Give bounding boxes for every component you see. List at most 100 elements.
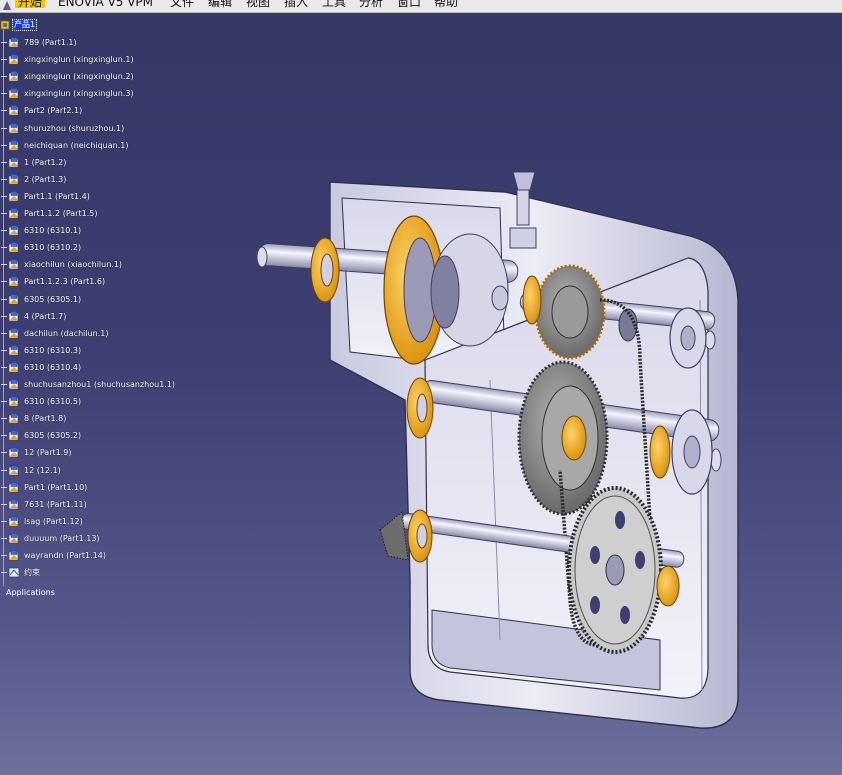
- tree-connector: [1, 144, 7, 146]
- menu-bar: 开始 ENOVIA V5 VPM 文件 编辑 视图 插入 工具 分析 窗口 帮助: [0, 0, 842, 13]
- tree-connector: [1, 572, 7, 573]
- tree-item-label: wayrandn (Part1.14): [24, 551, 106, 560]
- bearing-6310-4[interactable]: [649, 425, 671, 479]
- bearing-6310-5[interactable]: [656, 565, 680, 607]
- tree-connector: [1, 213, 7, 214]
- large-gear-dachilun[interactable]: [517, 360, 609, 516]
- tree-item-label: Part1 (Part1.10): [24, 482, 88, 492]
- tree-connector: [1, 230, 7, 232]
- part-icon: [8, 362, 19, 373]
- tree-connector: [1, 418, 7, 420]
- part-icon: [8, 413, 19, 424]
- tree-item-label: 8 (Part1.8): [24, 414, 67, 424]
- tree-connector: [1, 161, 7, 163]
- part-icon: [8, 379, 19, 390]
- tree-connector: [1, 76, 7, 78]
- menu-edit[interactable]: 编辑: [208, 0, 232, 8]
- pinion-xiaochilun[interactable]: [534, 264, 606, 360]
- tree-root-label[interactable]: 产品1: [12, 19, 38, 31]
- tree-connector: [1, 178, 7, 180]
- tree-item-label: neichiquan (neichiquan.1): [24, 140, 129, 150]
- tree-item-label: 6305 (6305.2): [24, 431, 82, 441]
- tree-item-label: 1 (Part1.2): [24, 157, 67, 167]
- end-cap-right-upper[interactable]: [669, 307, 707, 369]
- part-icon: [8, 516, 19, 527]
- tree-item-label: shuruzhou (shuruzhou.1): [24, 123, 125, 133]
- menu-view[interactable]: 视图: [246, 0, 270, 8]
- tree-item-label: 6310 (6310.2): [24, 243, 82, 253]
- tree-connector: [1, 486, 7, 488]
- menu-start[interactable]: 开始: [15, 0, 46, 8]
- menu-insert[interactable]: 插入: [284, 0, 308, 8]
- bearing-6310-1[interactable]: [310, 237, 340, 303]
- part-icon: [8, 276, 19, 287]
- part-icon: [8, 498, 19, 510]
- tree-connector: [1, 298, 7, 300]
- tree-connector: [1, 366, 7, 368]
- tree-item-label: Part1.1.2 (Part1.5): [24, 209, 98, 218]
- part-icon: [8, 327, 19, 339]
- part-icon: [8, 481, 19, 492]
- tree-item-label: xingxinglun (xingxinglun.1): [24, 55, 134, 65]
- tree-connector: [1, 93, 7, 95]
- part-icon: [8, 533, 19, 544]
- tree-connector: [1, 110, 7, 112]
- tree-connector: [1, 555, 7, 556]
- tree-item-label: 6310 (6310.3): [24, 345, 82, 355]
- tree-item-label: xingxinglun (xingxinglun.3): [24, 89, 134, 99]
- part-icon: [8, 310, 19, 321]
- end-cap-right-middle[interactable]: [671, 409, 713, 495]
- tree-item-label: 12 (Part1.9): [24, 448, 72, 458]
- tree-connector: [1, 127, 7, 129]
- tree-item-label: 789 (Part1.1): [24, 38, 77, 47]
- tree-item-label: shuchusanzhou1 (shuchusanzhou1.1): [24, 380, 176, 389]
- tree-connector: [1, 332, 7, 334]
- product-icon: [0, 20, 10, 30]
- tree-connector: [1, 520, 7, 522]
- menu-enovia[interactable]: ENOVIA V5 VPM: [58, 0, 153, 8]
- part-icon: [8, 122, 19, 133]
- menu-window[interactable]: 窗口: [397, 0, 421, 8]
- tree-item-label: Part1.1 (Part1.4): [24, 191, 90, 201]
- bearing-6305-1[interactable]: [522, 275, 542, 325]
- tree-item-label: 6310 (6310.4): [24, 362, 82, 372]
- planetary-carrier[interactable]: [430, 233, 509, 347]
- menu-analyze[interactable]: 分析: [359, 0, 383, 8]
- tree-connector: [1, 349, 7, 351]
- menu-file[interactable]: 文件: [170, 0, 194, 8]
- part-icon: [8, 71, 19, 82]
- tree-item-label: 2 (Part1.3): [24, 174, 67, 184]
- tree-item-label: 6305 (6305.1): [24, 294, 82, 304]
- tree-connector: [1, 195, 7, 197]
- menu-help[interactable]: 帮助: [434, 0, 458, 8]
- tree-connector: [1, 452, 7, 454]
- part-icon: [8, 396, 19, 407]
- tree-item-label: xiaochilun (xiaochilun.1): [24, 260, 123, 270]
- tree-item-label: 约束: [24, 568, 40, 577]
- part-icon: [8, 430, 19, 441]
- part-icon: [8, 242, 19, 253]
- catia-app-icon[interactable]: [2, 0, 12, 11]
- tree-connector: [1, 384, 7, 385]
- part-icon: [8, 345, 19, 356]
- specification-tree: 产品1 789 (Part1.1) xingxinglun (xingxinglu…: [0, 18, 200, 618]
- part-icon: [8, 550, 19, 561]
- part-icon: [8, 259, 19, 270]
- tree-connector: [1, 59, 7, 61]
- part-icon: [8, 174, 19, 185]
- tree-connector: [1, 247, 7, 249]
- tree-connector: [1, 42, 7, 43]
- tree-connector: [1, 315, 7, 317]
- menu-tools[interactable]: 工具: [322, 0, 346, 8]
- part-icon: [8, 37, 19, 48]
- part-icon: [8, 191, 19, 202]
- bearing-6305-2[interactable]: [407, 509, 433, 563]
- part-icon: [8, 88, 19, 99]
- part-icon: [8, 105, 19, 116]
- bearing-6310-3[interactable]: [406, 377, 434, 439]
- tree-item-label: 6310 (6310.5): [24, 397, 82, 407]
- tree-connector: [1, 435, 7, 437]
- tree-connector: [1, 503, 7, 505]
- tree-item-label: lsag (Part1.12): [24, 516, 83, 526]
- sprocket-wheel[interactable]: [567, 486, 663, 654]
